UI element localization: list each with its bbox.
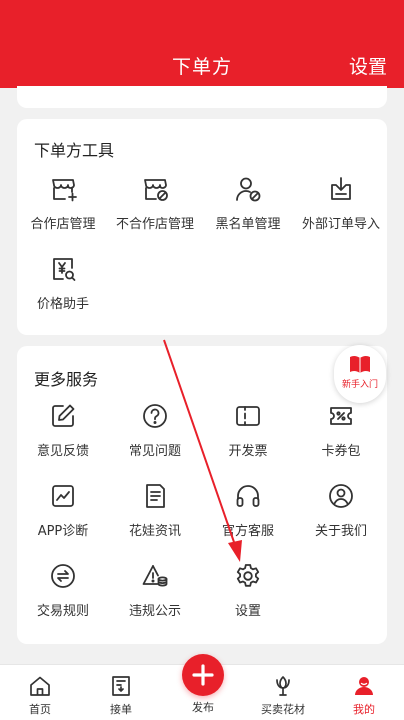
service-label: 关于我们 xyxy=(314,524,367,539)
page-title: 下单方 xyxy=(171,56,232,78)
service-label: 开发票 xyxy=(228,444,268,459)
service-label: 官方客服 xyxy=(221,524,274,539)
tab-label: 接单 xyxy=(110,703,132,716)
beginner-guide-button[interactable]: 新手入门 xyxy=(334,345,386,403)
violation-notice-item[interactable]: 违规公示 xyxy=(109,562,201,619)
coupon-item[interactable]: 卡券包 xyxy=(295,402,387,459)
news-item[interactable]: 花娃资讯 xyxy=(109,482,201,539)
publish-button[interactable] xyxy=(182,654,224,696)
customer-service-item[interactable]: 官方客服 xyxy=(202,482,294,539)
coupon-icon xyxy=(327,402,355,430)
cooperative-store-management[interactable]: 合作店管理 xyxy=(17,175,109,232)
service-label: 花娃资讯 xyxy=(128,524,181,539)
news-icon xyxy=(141,482,169,510)
tool-label: 外部订单导入 xyxy=(301,217,380,232)
non-cooperative-store-management[interactable]: 不合作店管理 xyxy=(109,175,201,232)
plus-icon xyxy=(192,664,214,686)
user-blocked-icon xyxy=(234,175,262,203)
tools-card: 下单方工具 合作店管理 不合作店管理 黑名单管理 外部订单导入 价格助手 xyxy=(17,119,387,335)
tool-label: 价格助手 xyxy=(36,297,89,312)
settings-link[interactable]: 设置 xyxy=(349,52,387,79)
flower-icon xyxy=(271,674,295,698)
warning-icon xyxy=(141,562,169,590)
tools-section-title: 下单方工具 xyxy=(34,141,115,160)
service-label: 常见问题 xyxy=(128,444,181,459)
order-icon xyxy=(109,674,133,698)
book-icon xyxy=(349,354,371,374)
service-label: 卡券包 xyxy=(321,444,361,459)
home-icon xyxy=(28,674,52,698)
about-us-item[interactable]: 关于我们 xyxy=(295,482,387,539)
tool-label: 黑名单管理 xyxy=(215,217,281,232)
about-icon xyxy=(327,482,355,510)
invoice-icon xyxy=(234,402,262,430)
more-section-title: 更多服务 xyxy=(34,370,99,389)
invoice-item[interactable]: 开发票 xyxy=(202,402,294,459)
edit-icon xyxy=(49,402,77,430)
header-bar: 下单方 设置 xyxy=(0,0,404,88)
question-icon xyxy=(141,402,169,430)
exchange-icon xyxy=(49,562,77,590)
blacklist-management[interactable]: 黑名单管理 xyxy=(202,175,294,232)
app-diagnosis-item[interactable]: APP诊断 xyxy=(17,482,109,539)
store-blocked-icon xyxy=(141,175,169,203)
price-assistant[interactable]: 价格助手 xyxy=(17,255,109,312)
diagnosis-icon xyxy=(49,482,77,510)
gear-icon xyxy=(234,562,262,590)
service-label: APP诊断 xyxy=(37,524,89,539)
import-icon xyxy=(327,175,355,203)
trade-rules-item[interactable]: 交易规则 xyxy=(17,562,109,619)
feedback-item[interactable]: 意见反馈 xyxy=(17,402,109,459)
previous-card xyxy=(17,86,387,108)
publish-label: 发布 xyxy=(192,701,214,714)
tab-orders[interactable]: 接单 xyxy=(81,665,161,720)
headset-icon xyxy=(234,482,262,510)
profile-icon xyxy=(352,674,376,698)
service-label: 意见反馈 xyxy=(36,444,89,459)
tool-label: 合作店管理 xyxy=(30,217,96,232)
price-search-icon xyxy=(49,255,77,283)
tab-mine[interactable]: 我的 xyxy=(324,665,404,720)
tool-label: 不合作店管理 xyxy=(115,217,194,232)
beginner-guide-label: 新手入门 xyxy=(341,380,378,390)
store-add-icon xyxy=(49,175,77,203)
service-label: 设置 xyxy=(234,604,261,619)
service-label: 违规公示 xyxy=(128,604,181,619)
settings-item[interactable]: 设置 xyxy=(202,562,294,619)
tab-flower-market[interactable]: 买卖花材 xyxy=(243,665,323,720)
faq-item[interactable]: 常见问题 xyxy=(109,402,201,459)
more-services-card: 更多服务 意见反馈 常见问题 开发票 卡券包 APP诊断 花娃资讯 官方客服 关… xyxy=(17,346,387,644)
tab-label: 首页 xyxy=(29,703,51,716)
tab-home[interactable]: 首页 xyxy=(0,665,80,720)
tab-label: 我的 xyxy=(353,703,375,716)
external-order-import[interactable]: 外部订单导入 xyxy=(295,175,387,232)
tab-label: 买卖花材 xyxy=(261,703,305,716)
service-label: 交易规则 xyxy=(36,604,89,619)
